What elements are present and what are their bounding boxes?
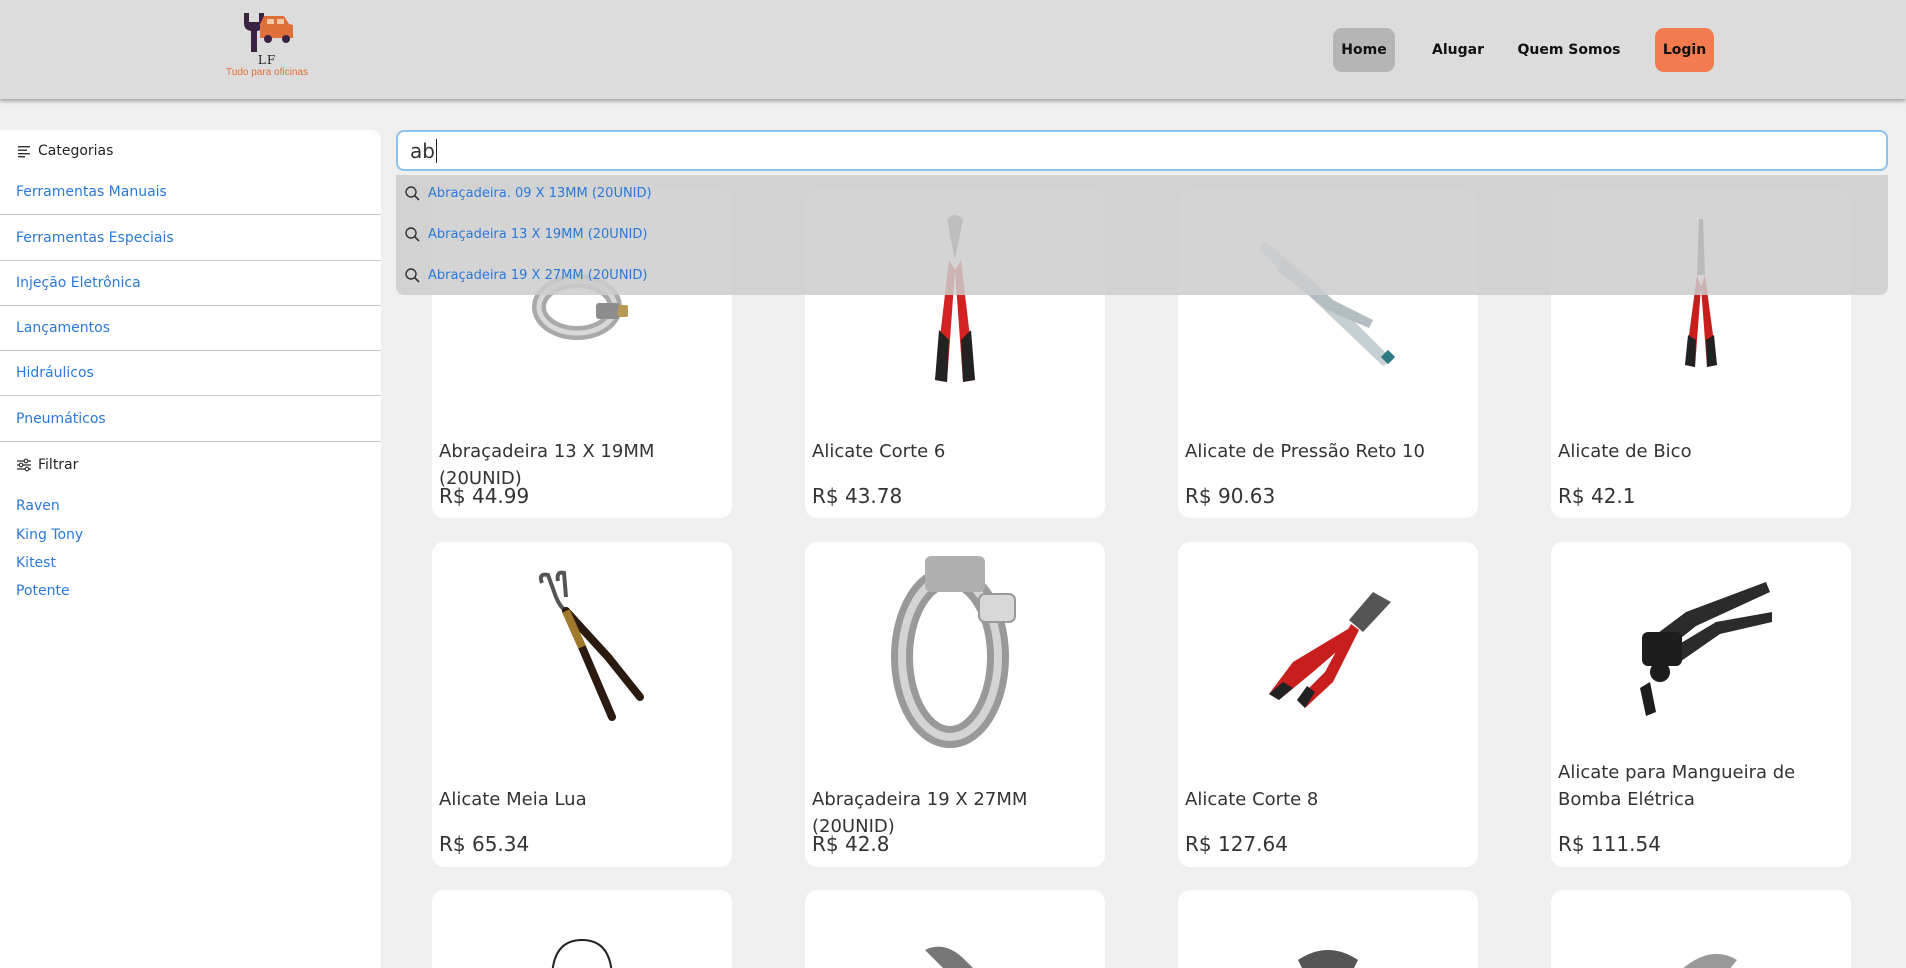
pliers-partial-icon — [432, 890, 732, 968]
search-icon — [405, 186, 420, 201]
sliders-icon — [17, 458, 31, 472]
product-name: Alicate para Mangueira de Bomba Elétrica — [1558, 762, 1796, 810]
pliers-partial-icon — [1178, 890, 1478, 968]
product-price: R$ 42.8 — [812, 832, 890, 856]
product-name: Alicate de Bico — [1558, 441, 1692, 462]
brand-filter-kitest[interactable]: Kitest — [16, 555, 56, 571]
filter-heading: Filtrar — [16, 455, 78, 475]
categories-title: Categorias — [38, 143, 114, 159]
product-price: R$ 111.54 — [1558, 832, 1661, 856]
diagonal-cutter-8-icon — [1178, 542, 1478, 752]
nav-home-button[interactable]: Home — [1333, 28, 1395, 72]
list-icon — [18, 146, 30, 158]
search-suggestion-item[interactable]: Abraçadeira 13 X 19MM (20UNID) — [404, 222, 647, 246]
wrench-car-logo-icon — [244, 13, 293, 52]
nav-alugar-link[interactable]: Alugar — [1427, 28, 1489, 72]
product-card[interactable] — [805, 890, 1105, 968]
categories-heading: Categorias — [16, 141, 113, 161]
search-icon — [405, 227, 420, 242]
product-price: R$ 42.1 — [1558, 484, 1636, 508]
top-header: LF Tudo para oficinas Home Alugar Quem S… — [0, 0, 1906, 99]
product-price: R$ 43.78 — [812, 484, 903, 508]
pliers-partial-icon — [1551, 890, 1851, 968]
search-suggestion-label: Abraçadeira 13 X 19MM (20UNID) — [428, 226, 648, 242]
sidebar: Categorias Ferramentas Manuais Ferrament… — [0, 130, 381, 968]
sidebar-item-lancamentos[interactable]: Lançamentos — [0, 306, 381, 351]
search-input[interactable]: ab — [396, 130, 1888, 171]
product-price: R$ 65.34 — [439, 832, 530, 856]
brand-filter-potente[interactable]: Potente — [16, 583, 70, 599]
logo-letters: LF — [257, 53, 277, 67]
product-card[interactable]: Alicate Meia Lua R$ 65.34 — [432, 542, 732, 867]
product-card[interactable] — [432, 890, 732, 968]
search-suggestion-item[interactable]: Abraçadeira. 09 X 13MM (20UNID) — [404, 181, 652, 205]
hose-pliers-icon — [1551, 542, 1851, 752]
product-name: Alicate Corte 8 — [1185, 789, 1319, 810]
product-price: R$ 127.64 — [1185, 832, 1288, 856]
sidebar-item-ferramentas-especiais[interactable]: Ferramentas Especiais — [0, 216, 381, 261]
product-card[interactable] — [1551, 890, 1851, 968]
product-name: Alicate de Pressão Reto 10 — [1185, 441, 1425, 462]
site-logo[interactable]: LF Tudo para oficinas — [220, 10, 314, 82]
product-price: R$ 90.63 — [1185, 484, 1276, 508]
nav-quem-somos-link[interactable]: Quem Somos — [1516, 28, 1622, 72]
bent-nose-pliers-icon — [432, 542, 732, 752]
search-suggestions-dropdown: Abraçadeira. 09 X 13MM (20UNID) Abraçade… — [396, 175, 1888, 295]
product-price: R$ 44.99 — [439, 484, 530, 508]
search-input-value: ab — [410, 138, 435, 163]
logo-tagline: Tudo para oficinas — [226, 67, 308, 78]
text-caret — [435, 138, 437, 163]
product-card[interactable]: Alicate Corte 8 R$ 127.64 — [1178, 542, 1478, 867]
sidebar-item-hidraulicos[interactable]: Hidráulicos — [0, 351, 381, 396]
filter-title: Filtrar — [38, 457, 79, 473]
product-card[interactable] — [1178, 890, 1478, 968]
sidebar-item-injecao-eletronica[interactable]: Injeção Eletrônica — [0, 261, 381, 306]
brand-filter-raven[interactable]: Raven — [16, 498, 60, 514]
search-icon — [405, 268, 420, 283]
search-suggestion-label: Abraçadeira 19 X 27MM (20UNID) — [428, 267, 648, 283]
sidebar-item-ferramentas-manuais[interactable]: Ferramentas Manuais — [0, 170, 381, 215]
product-card[interactable]: Alicate para Mangueira de Bomba Elétrica… — [1551, 542, 1851, 867]
product-name: Alicate Corte 6 — [812, 441, 946, 462]
product-card[interactable]: Abraçadeira 19 X 27MM (20UNID) R$ 42.8 — [805, 542, 1105, 867]
product-name: Alicate Meia Lua — [439, 789, 587, 810]
sidebar-item-pneumaticos[interactable]: Pneumáticos — [0, 397, 381, 442]
search-suggestion-item[interactable]: Abraçadeira 19 X 27MM (20UNID) — [404, 263, 647, 287]
hose-clamp-large-icon — [805, 542, 1105, 752]
search-suggestion-label: Abraçadeira. 09 X 13MM (20UNID) — [428, 185, 652, 201]
pliers-partial-icon — [805, 890, 1105, 968]
login-button[interactable]: Login — [1655, 28, 1714, 72]
brand-filter-king-tony[interactable]: King Tony — [16, 527, 83, 543]
